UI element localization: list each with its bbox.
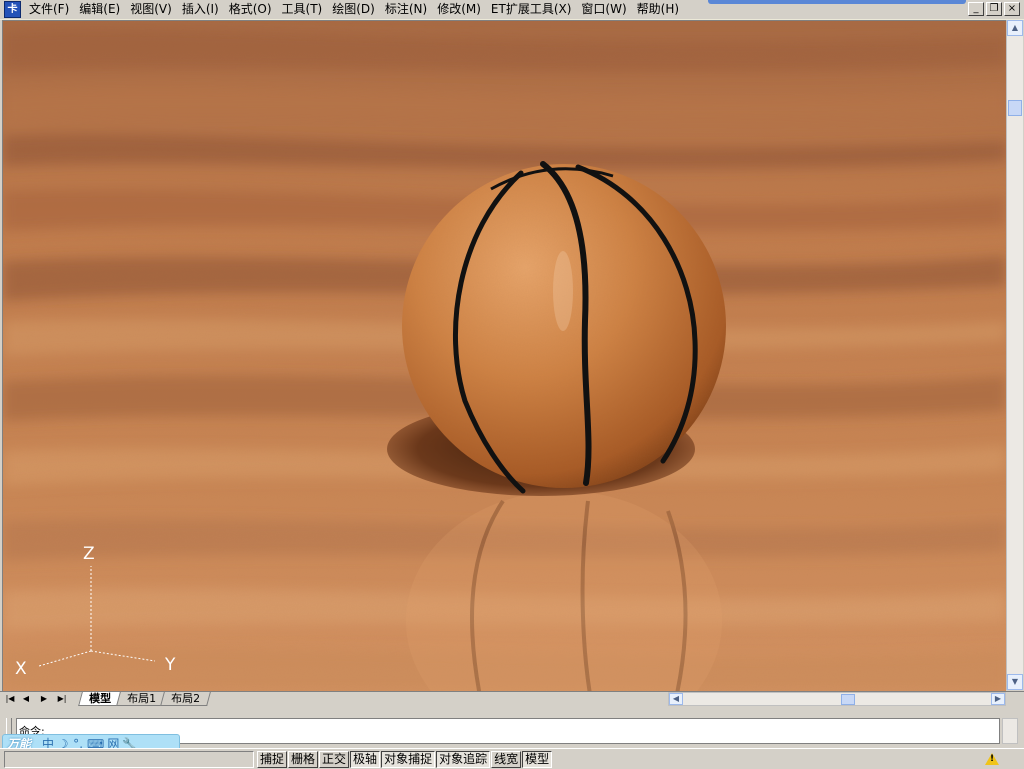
tab-layout1[interactable]: 布局1	[116, 692, 167, 706]
vertical-scrollbar[interactable]: ▲ ▼	[1006, 20, 1023, 690]
menu-items: 文件(F) 编辑(E) 视图(V) 插入(I) 格式(O) 工具(T) 绘图(D) 标注(N)…	[24, 1, 684, 18]
layout-tabs-row: |◀ ◀ ▶ ▶| 模型 布局1 布局2 ◀ ▶	[0, 691, 1024, 707]
status-toggle-1[interactable]: 栅格	[288, 751, 319, 768]
restore-button[interactable]: ❐	[986, 2, 1002, 16]
scroll-down-icon[interactable]: ▼	[1007, 674, 1023, 690]
prev-tab-icon[interactable]: ◀	[20, 693, 32, 705]
scroll-left-icon[interactable]: ◀	[669, 693, 683, 705]
coordinate-display	[4, 751, 254, 768]
menu-item-8[interactable]: 修改(M)	[432, 1, 486, 18]
horizontal-scrollbar[interactable]: ◀ ▶	[668, 692, 1006, 706]
next-tab-icon[interactable]: ▶	[38, 693, 50, 705]
status-toggle-3[interactable]: 极轴	[350, 751, 381, 768]
window-buttons: _ ❐ ×	[968, 2, 1020, 16]
status-toggle-5[interactable]: 对象追踪	[436, 751, 491, 768]
menu-item-0[interactable]: 文件(F)	[24, 1, 74, 18]
command-scrollbar[interactable]	[1002, 718, 1018, 744]
ucs-label-y: Y	[165, 655, 176, 675]
ucs-label-x: X	[15, 659, 27, 679]
title-strip	[708, 0, 966, 4]
menu-item-6[interactable]: 绘图(D)	[327, 1, 380, 18]
tray-area	[985, 751, 1017, 766]
warning-icon[interactable]	[985, 752, 999, 765]
status-toggle-0[interactable]: 捕捉	[257, 751, 288, 768]
menu-item-1[interactable]: 编辑(E)	[74, 1, 125, 18]
minimize-button[interactable]: _	[968, 2, 984, 16]
render-canvas[interactable]	[3, 21, 1006, 691]
tab-model[interactable]: 模型	[78, 692, 122, 706]
vertical-scroll-thumb[interactable]	[1008, 100, 1022, 116]
last-tab-icon[interactable]: ▶|	[56, 693, 68, 705]
status-toggles: 捕捉 栅格 正交 极轴 对象捕捉 对象追踪 线宽 模型	[257, 751, 553, 768]
menu-item-4[interactable]: 格式(O)	[224, 1, 277, 18]
scroll-right-icon[interactable]: ▶	[991, 693, 1005, 705]
status-toggle-6[interactable]: 线宽	[491, 751, 522, 768]
close-button[interactable]: ×	[1004, 2, 1020, 16]
menu-item-11[interactable]: 帮助(H)	[632, 1, 684, 18]
app-icon[interactable]: 卡	[4, 1, 21, 18]
ucs-label-z: Z	[83, 544, 95, 564]
first-tab-icon[interactable]: |◀	[4, 693, 16, 705]
menu-item-5[interactable]: 工具(T)	[277, 1, 328, 18]
horizontal-scroll-thumb[interactable]	[841, 694, 855, 705]
menu-item-7[interactable]: 标注(N)	[380, 1, 432, 18]
menu-item-9[interactable]: ET扩展工具(X)	[486, 1, 577, 18]
menu-item-10[interactable]: 窗口(W)	[576, 1, 631, 18]
status-toggle-2[interactable]: 正交	[319, 751, 350, 768]
menu-item-2[interactable]: 视图(V)	[125, 1, 177, 18]
menu-item-3[interactable]: 插入(I)	[177, 1, 224, 18]
tab-layout2[interactable]: 布局2	[160, 692, 211, 706]
status-toggle-4[interactable]: 对象捕捉	[381, 751, 436, 768]
scroll-up-icon[interactable]: ▲	[1007, 20, 1023, 36]
status-toggle-7[interactable]: 模型	[522, 751, 553, 768]
drawing-viewport[interactable]: Z X Y	[2, 20, 1006, 691]
status-bar: 捕捉 栅格 正交 极轴 对象捕捉 对象追踪 线宽 模型	[0, 748, 1024, 769]
